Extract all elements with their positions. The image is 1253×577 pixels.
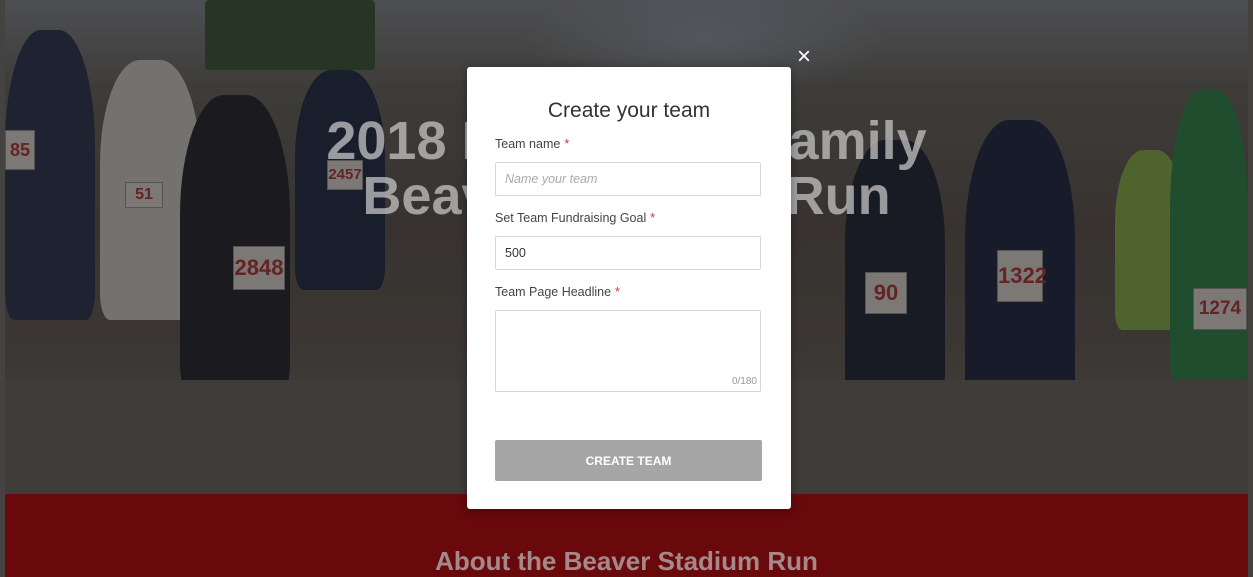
modal-title: Create your team xyxy=(547,99,711,122)
team-headline-textarea[interactable] xyxy=(495,310,761,392)
close-icon[interactable]: × xyxy=(794,45,814,69)
fundraising-goal-label-text: Set Team Fundraising Goal xyxy=(495,211,647,225)
character-counter: 0/180 xyxy=(731,376,757,387)
about-title: About the Beaver Stadium Run xyxy=(435,546,818,576)
team-headline-label-text: Team Page Headline xyxy=(495,285,612,299)
team-name-label: Team name * xyxy=(495,137,569,151)
team-name-input[interactable] xyxy=(495,162,761,196)
create-team-modal: Create your team Team name* Set Team Fun… xyxy=(467,67,791,509)
required-mark: * xyxy=(615,285,620,299)
team-headline-label: Team Page Headline * xyxy=(495,285,620,299)
required-mark: * xyxy=(650,211,656,225)
create-team-button[interactable]: CREATE TEAM xyxy=(495,440,762,481)
fundraising-goal-label: Set Team Fundraising Goal * xyxy=(495,211,655,225)
fundraising-goal-input[interactable] xyxy=(495,236,761,270)
team-name-label-text: Team name xyxy=(495,137,561,151)
required-mark: * xyxy=(564,137,570,151)
